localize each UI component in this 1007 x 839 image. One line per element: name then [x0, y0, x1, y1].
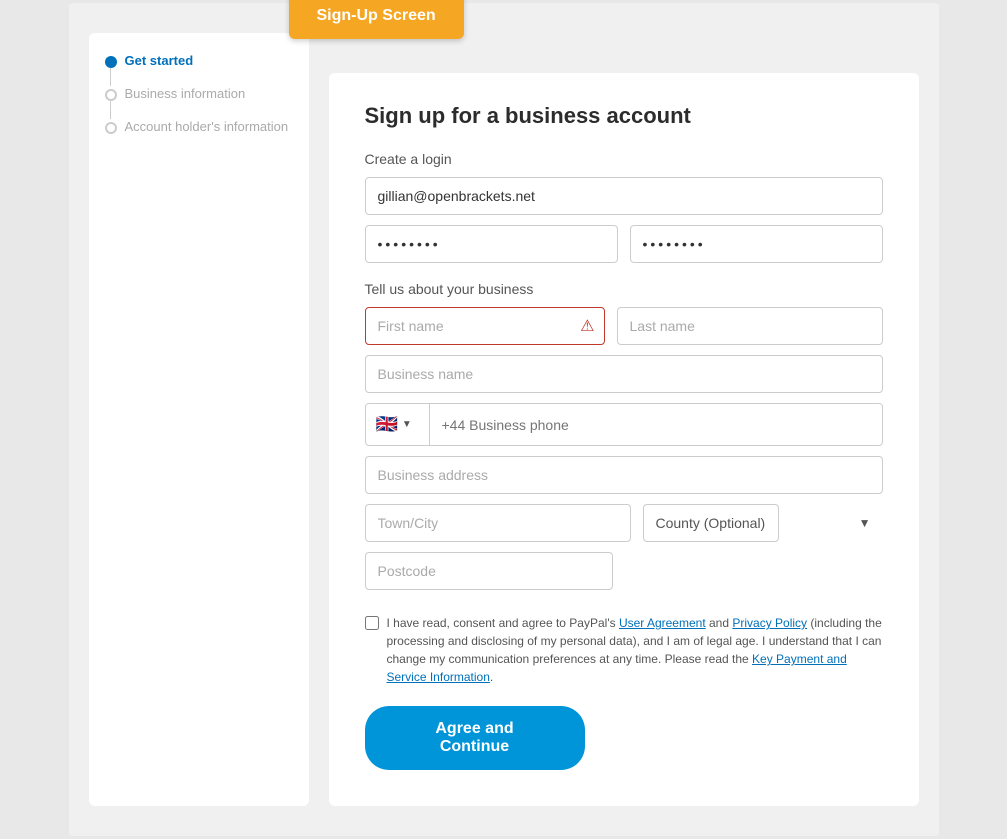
- business-section-label: Tell us about your business: [365, 281, 883, 297]
- business-name-field[interactable]: [365, 355, 883, 393]
- confirm-password-field[interactable]: [630, 225, 883, 263]
- sidebar-dot-inactive-2: [105, 122, 117, 134]
- sidebar-row-business-info: Business information: [105, 86, 293, 119]
- error-icon: ⚠: [580, 316, 594, 336]
- sidebar-item-business-information[interactable]: Business information: [105, 86, 293, 101]
- sidebar-dot-active: [105, 56, 117, 68]
- phone-chevron-icon: ▼: [402, 419, 412, 430]
- password-field[interactable]: [365, 225, 618, 263]
- agree-and-continue-button[interactable]: Agree and Continue: [365, 706, 585, 770]
- last-name-field[interactable]: [617, 307, 883, 345]
- legal-checkbox[interactable]: [365, 616, 379, 630]
- business-phone-field[interactable]: [430, 404, 882, 445]
- legal-text: I have read, consent and agree to PayPal…: [387, 614, 883, 686]
- sidebar-nav: Get started Business information Account…: [105, 53, 293, 134]
- sidebar-item-get-started[interactable]: Get started: [105, 53, 293, 68]
- sidebar-label-business-information: Business information: [125, 86, 246, 101]
- password-row: [365, 225, 883, 263]
- sidebar-connector-1: [110, 68, 111, 86]
- sidebar-item-account-holders-information[interactable]: Account holder's information: [105, 119, 293, 134]
- outer-container: Sign-Up Screen Get started Business info…: [69, 3, 939, 836]
- county-chevron-icon: ▼: [859, 516, 871, 530]
- sidebar-connector-2: [110, 101, 111, 119]
- phone-flag-selector[interactable]: 🇬🇧 ▼: [366, 404, 430, 445]
- sidebar-label-get-started: Get started: [125, 53, 194, 68]
- sidebar-dot-inactive-1: [105, 89, 117, 101]
- signup-screen-button[interactable]: Sign-Up Screen: [289, 0, 464, 39]
- business-address-field[interactable]: [365, 456, 883, 494]
- phone-row: 🇬🇧 ▼: [365, 403, 883, 446]
- uk-flag-icon: 🇬🇧: [376, 414, 398, 435]
- main-form: Sign up for a business account Create a …: [329, 73, 919, 806]
- sidebar: Get started Business information Account…: [89, 33, 309, 806]
- sidebar-row-get-started: Get started: [105, 53, 293, 86]
- user-agreement-link[interactable]: User Agreement: [619, 616, 706, 630]
- form-title: Sign up for a business account: [365, 103, 883, 129]
- name-row: ⚠: [365, 307, 883, 345]
- email-field[interactable]: [365, 177, 883, 215]
- first-name-field[interactable]: [365, 307, 605, 345]
- create-login-label: Create a login: [365, 151, 883, 167]
- county-select[interactable]: County (Optional) Bedfordshire Berkshire…: [643, 504, 779, 542]
- town-city-field[interactable]: [365, 504, 631, 542]
- privacy-policy-link[interactable]: Privacy Policy: [732, 616, 807, 630]
- key-payment-link[interactable]: Key Payment and Service Information: [387, 652, 847, 684]
- postcode-field[interactable]: [365, 552, 614, 590]
- town-county-row: County (Optional) Bedfordshire Berkshire…: [365, 504, 883, 542]
- first-name-wrapper: ⚠: [365, 307, 605, 345]
- sidebar-label-account-holders-information: Account holder's information: [125, 119, 289, 134]
- legal-row: I have read, consent and agree to PayPal…: [365, 614, 883, 686]
- sidebar-row-account-holders: Account holder's information: [105, 119, 293, 134]
- county-wrapper: County (Optional) Bedfordshire Berkshire…: [643, 504, 883, 542]
